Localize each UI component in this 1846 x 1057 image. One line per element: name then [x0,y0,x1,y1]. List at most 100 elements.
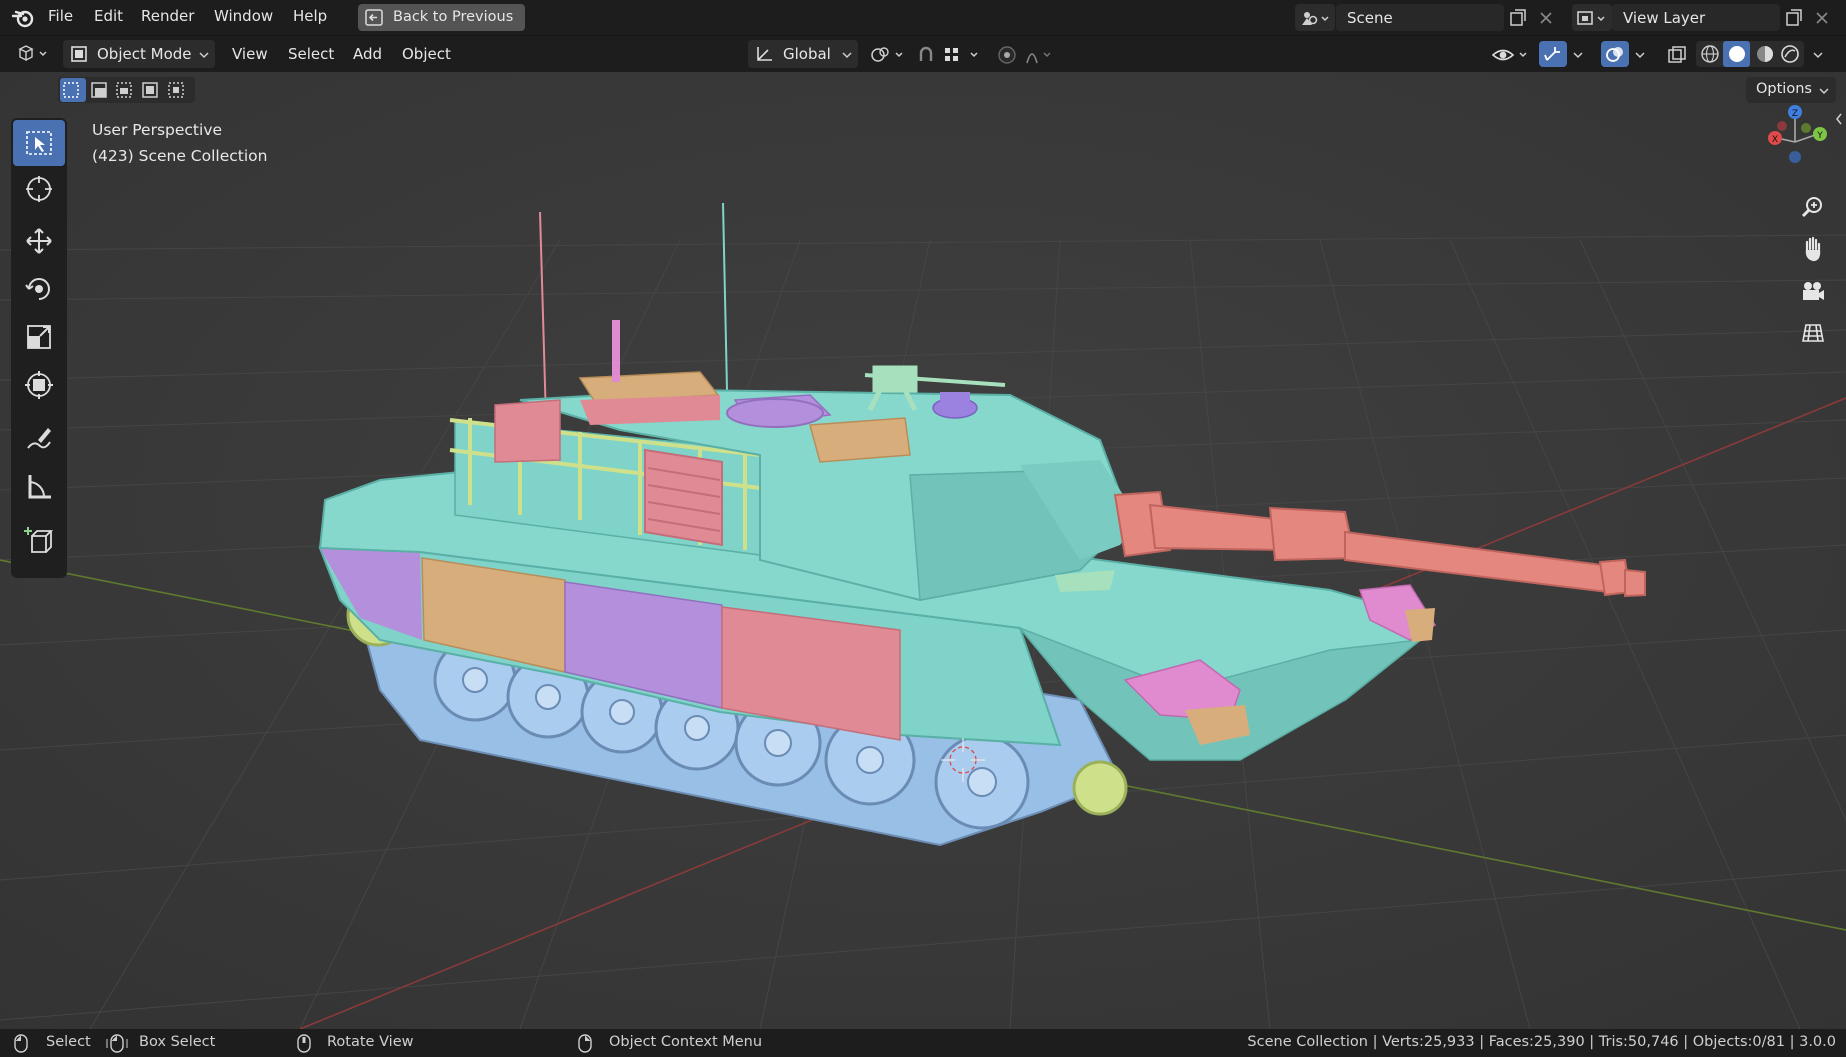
blender-logo-icon[interactable] [11,7,35,29]
gizmo-icon [1544,47,1560,61]
menu-render[interactable]: Render [141,7,194,25]
navigation-gizmo[interactable]: Z Y X [1760,102,1830,172]
solid-shading-icon [1729,46,1745,62]
camera-icon [1803,282,1824,300]
select-box-tool[interactable] [13,120,65,166]
wireframe-shading-icon[interactable] [1700,44,1720,64]
view-layer-type-button[interactable] [1572,4,1612,31]
gizmo-x-label: X [1772,135,1778,145]
status-box-select: Box Select [139,1034,216,1050]
xray-icon[interactable] [1666,44,1688,66]
scale-tool-icon [27,325,51,349]
add-cube-tool[interactable] [13,518,65,564]
view-layer-name-field[interactable]: View Layer [1612,4,1780,31]
back-arrow-icon [365,9,383,26]
measure-tool-icon [28,475,51,499]
scene-statistics: Scene Collection | Verts:25,933 | Faces:… [1247,1034,1836,1050]
menu-object[interactable]: Object [402,45,451,63]
collection-label: (423) Scene Collection [92,147,268,165]
orientation-icon [757,47,772,61]
zoom-icon [1801,197,1822,218]
object-mode-dropdown[interactable]: Object Mode [63,40,215,68]
snap-icon[interactable] [916,43,988,67]
transform-tool[interactable] [13,362,65,408]
chevron-down-icon[interactable] [1634,50,1646,60]
view-layer-icon [1577,11,1605,25]
engine-grille [644,448,723,547]
new-icon[interactable] [1508,8,1528,28]
annotate-tool[interactable] [13,416,65,462]
new-icon[interactable] [1784,8,1804,28]
rendered-shading-icon[interactable] [1780,44,1800,64]
gizmo-z-label: Z [1792,109,1798,119]
status-select: Select [46,1034,91,1050]
pan-button[interactable] [1794,230,1832,268]
orientation-label: Global [783,45,831,63]
mouse-left-drag-icon [106,1034,128,1053]
move-tool[interactable] [13,218,65,264]
menu-file[interactable]: File [48,7,73,25]
chevron-down-icon [842,52,852,59]
status-bar: Select Box Select Rotate View Object Con… [0,1029,1846,1057]
chevron-down-icon[interactable] [1812,50,1824,60]
move-tool-icon [26,228,52,254]
annotate-tool-icon [27,428,51,449]
scene-icon [1302,12,1329,25]
select-mode-buttons [58,77,195,103]
options-dropdown[interactable]: Options [1746,77,1836,103]
chevron-down-icon[interactable] [1572,50,1584,60]
pivot-icon[interactable] [868,44,908,66]
mouse-left-icon [14,1034,28,1053]
back-to-previous-button[interactable]: Back to Previous [358,4,525,31]
editor-type-icon[interactable] [16,43,52,65]
viewport-scene [0,72,1846,1029]
ortho-toggle-button[interactable] [1794,314,1832,352]
scene-type-button[interactable] [1295,4,1335,31]
menu-help[interactable]: Help [293,7,327,25]
scene-name-label: Scene [1347,9,1393,27]
collapse-sidebar-icon[interactable] [1834,112,1844,126]
scale-tool[interactable] [13,314,65,360]
zoom-button[interactable] [1794,188,1832,226]
status-rotate-view: Rotate View [327,1034,414,1050]
toolbox [11,118,67,578]
chevron-down-icon [1819,88,1829,95]
solid-shading-button[interactable] [1723,41,1750,67]
object-mode-label: Object Mode [97,45,192,63]
shading-buttons [1696,41,1804,67]
select-box-tool-icon [26,131,52,155]
orientation-dropdown[interactable]: Global [748,40,858,68]
object-mode-icon [71,46,87,62]
ortho-grid-icon [1802,324,1824,342]
measure-tool[interactable] [13,464,65,510]
mouse-right-icon [578,1034,592,1053]
cursor-tool[interactable] [13,166,65,212]
close-icon[interactable] [1538,10,1554,26]
menu-view[interactable]: View [232,45,268,63]
status-context-menu: Object Context Menu [609,1034,763,1050]
menu-add[interactable]: Add [353,45,382,63]
overlay-icon [1606,47,1623,62]
scene-name-field[interactable]: Scene [1336,4,1504,31]
rotate-tool[interactable] [13,266,65,312]
camera-view-button[interactable] [1794,272,1832,310]
select-mode-icons [63,82,184,98]
3d-viewport[interactable]: Options User Perspective (423) Scene Col… [0,72,1846,1029]
visibility-icon[interactable] [1490,43,1534,67]
proportional-icon[interactable] [994,43,1064,67]
menu-select[interactable]: Select [288,45,334,63]
add-cube-tool-icon [24,527,54,553]
options-label: Options [1756,81,1812,97]
transform-tool-icon [25,371,53,399]
menu-edit[interactable]: Edit [94,7,123,25]
viewport-header: Object Mode View Select Add Object Globa… [0,35,1846,73]
top-bar: File Edit Render Window Help Back to Pre… [0,0,1846,35]
overlay-toggle[interactable] [1601,41,1629,67]
material-shading-icon[interactable] [1755,44,1775,64]
close-icon[interactable] [1814,10,1830,26]
menu-window[interactable]: Window [214,7,273,25]
gizmo-toggle[interactable] [1539,41,1567,67]
back-to-previous-label: Back to Previous [393,9,514,25]
gizmo-y-label: Y [1816,131,1823,141]
cursor-tool-icon [26,176,52,202]
